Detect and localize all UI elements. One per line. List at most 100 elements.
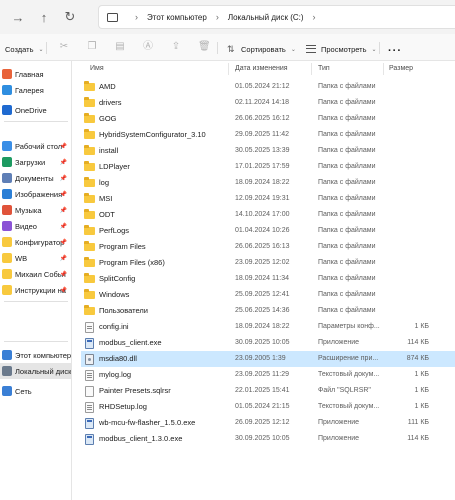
file-type: Папка с файлами [318, 115, 376, 122]
refresh-button[interactable]: ↻ [57, 4, 83, 30]
pin-icon: 📌 [59, 207, 67, 214]
column-header-type[interactable]: Тип [318, 61, 330, 77]
file-row[interactable]: GOG 26.06.2025 16:12 Папка с файлами [81, 111, 455, 127]
file-row[interactable]: msdia80.dll 23.09.2005 1:39 Расширение при… [81, 351, 455, 367]
folder-icon [84, 161, 95, 171]
sidebar-item-label: Рабочий стол [15, 141, 63, 151]
gallery-icon [2, 85, 12, 95]
sidebar-item[interactable]: WB 📌 [0, 250, 71, 266]
file-row[interactable]: HybridSystemConfigurator_3.10 29.09.2025 … [81, 127, 455, 143]
delete-icon[interactable]: 🗑 [198, 41, 211, 53]
column-header-size[interactable]: Размер [389, 61, 413, 77]
desktop-icon [2, 141, 12, 151]
view-button[interactable]: Просмотреть ⌄ [306, 38, 377, 60]
sidebar-item[interactable]: Загрузки 📌 [0, 154, 71, 170]
sidebar-item[interactable]: Видео 📌 [0, 218, 71, 234]
file-name-cell: MSI [81, 191, 226, 207]
file-row[interactable]: modbus_client.exe 30.09.2025 10:05 Приложе… [81, 335, 455, 351]
file-row[interactable]: AMD 01.05.2024 21:12 Папка с файлами [81, 79, 455, 95]
file-date: 23.09.2025 12:02 [235, 259, 290, 266]
file-row[interactable]: wb-mcu-fw-flasher_1.5.0.exe 26.09.2025 12… [81, 415, 455, 431]
pin-icon: 📌 [59, 143, 67, 150]
file-row[interactable]: ODT 14.10.2024 17:00 Папка с файлами [81, 207, 455, 223]
file-row[interactable]: install 30.05.2025 13:39 Папка с файлами [81, 143, 455, 159]
sidebar-item[interactable]: Главная [0, 66, 71, 82]
file-row[interactable]: mylog.log 23.09.2025 11:29 Текстовый докум… [81, 367, 455, 383]
file-icon [85, 385, 94, 397]
breadcrumb-drive[interactable]: Локальный диск (C:) [228, 13, 304, 22]
column-divider[interactable] [383, 63, 384, 75]
file-row[interactable]: PerfLogs 01.04.2024 10:26 Папка с файлами [81, 223, 455, 239]
file-date: 25.06.2025 14:36 [235, 307, 290, 314]
sidebar-item[interactable]: Конфигуратор 📌 [0, 234, 71, 250]
documents-icon [2, 173, 12, 183]
pin-icon: 📌 [59, 191, 67, 198]
sidebar-item[interactable]: Документы 📌 [0, 170, 71, 186]
column-header-date[interactable]: Дата изменения [235, 61, 288, 77]
more-options-button[interactable]: ··· [388, 40, 402, 62]
sidebar-item[interactable]: Локальный диск [0, 363, 72, 379]
copy-icon[interactable]: ❐ [86, 41, 98, 53]
sidebar-item[interactable]: Рабочий стол 📌 [0, 138, 71, 154]
file-name-cell: Painter Presets.sqlrsr [81, 383, 226, 399]
paste-icon[interactable]: ▤ [114, 41, 126, 53]
file-size: 114 КБ [407, 339, 429, 346]
folder-icon [84, 177, 95, 187]
sidebar-divider [4, 341, 68, 342]
folder-icon [84, 305, 95, 315]
up-button[interactable]: ↑ [31, 4, 57, 30]
file-size [387, 303, 429, 319]
breadcrumb[interactable]: › Этот компьютер › Локальный диск (C:) › [98, 5, 455, 29]
file-row[interactable]: SplitConfig 18.09.2024 11:34 Папка с файла… [81, 271, 455, 287]
file-row[interactable]: RHDSetup.log 01.05.2024 21:15 Текстовый до… [81, 399, 455, 415]
sidebar-item[interactable]: OneDrive [0, 102, 71, 118]
file-row[interactable]: log 18.09.2024 18:22 Папка с файлами [81, 175, 455, 191]
cut-icon[interactable]: ✂ [58, 41, 70, 53]
sidebar-item[interactable]: Инструкции на 📌 [0, 282, 71, 298]
refresh-icon: ↻ [64, 9, 76, 24]
file-name: Program Files [99, 242, 146, 251]
sidebar-item[interactable]: Галерея [0, 82, 71, 98]
sidebar-item-label: Изображения [15, 189, 63, 199]
arrow-right-icon: → [11, 9, 25, 25]
new-button[interactable]: Создать ⌄ [5, 38, 44, 60]
column-divider[interactable] [311, 63, 312, 75]
rename-icon[interactable]: Ⓐ [142, 41, 154, 53]
sidebar-item-label: Локальный диск [15, 366, 72, 376]
file-name-cell: ODT [81, 207, 226, 223]
sidebar-item[interactable]: Михаил Событ 📌 [0, 266, 71, 282]
forward-button[interactable]: → [5, 4, 31, 30]
folder-icon [84, 273, 95, 283]
file-row[interactable]: Program Files (x86) 23.09.2025 12:02 Папка… [81, 255, 455, 271]
sort-button[interactable]: ⇅ Сортировать ⌄ [227, 38, 296, 60]
sidebar-item[interactable]: Этот компьютер [0, 347, 71, 363]
column-divider[interactable] [228, 63, 229, 75]
folder-icon [84, 113, 95, 123]
file-row[interactable]: Windows 25.09.2025 12:41 Папка с файлами [81, 287, 455, 303]
this-pc-icon [2, 350, 12, 360]
file-row[interactable]: modbus_client_1.3.0.exe 30.09.2025 10:05 П… [81, 431, 455, 447]
file-size: 114 КБ [407, 435, 429, 442]
file-row[interactable]: Program Files 26.06.2025 16:13 Папка с фай… [81, 239, 455, 255]
column-header-name[interactable]: Имя [90, 61, 104, 77]
sidebar-item[interactable]: Сеть [0, 383, 71, 399]
share-icon[interactable]: ⇪ [170, 41, 182, 53]
file-date: 02.11.2024 14:18 [235, 99, 289, 106]
file-size [387, 255, 429, 271]
sidebar-item[interactable]: Музыка 📌 [0, 202, 71, 218]
file-row[interactable]: drivers 02.11.2024 14:18 Папка с файлами [81, 95, 455, 111]
file-row[interactable]: config.ini 18.09.2024 18:22 Параметры конф… [81, 319, 455, 335]
file-row[interactable]: MSI 12.09.2024 19:31 Папка с файлами [81, 191, 455, 207]
file-date: 26.06.2025 16:13 [235, 243, 290, 250]
breadcrumb-this-pc[interactable]: Этот компьютер [147, 13, 207, 22]
file-row[interactable]: Пользователи 25.06.2025 14:36 Папка с файл… [81, 303, 455, 319]
file-row[interactable]: Painter Presets.sqlrsr 22.01.2025 15:41 Фа… [81, 383, 455, 399]
folder-icon [2, 285, 12, 295]
sidebar-item[interactable]: Изображения 📌 [0, 186, 71, 202]
file-size [387, 191, 429, 207]
file-icon [85, 369, 94, 381]
file-name: Program Files (x86) [99, 258, 165, 267]
file-row[interactable]: LDPlayer 17.01.2025 17:59 Папка с файлами [81, 159, 455, 175]
file-name: ODT [99, 210, 115, 219]
chevron-right-icon[interactable]: › [313, 12, 316, 22]
